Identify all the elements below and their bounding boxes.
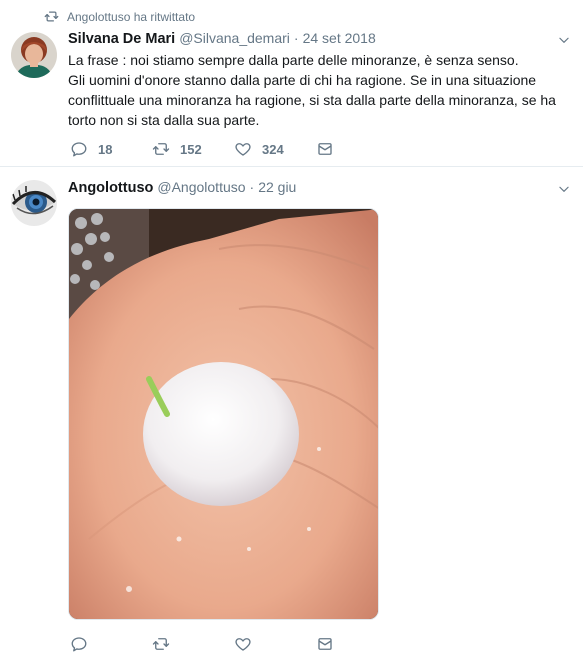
retweet-notice-text[interactable]: Angolottuso ha ritwittato bbox=[67, 10, 195, 24]
like-button[interactable]: 324 bbox=[234, 140, 316, 158]
retweet-icon bbox=[152, 143, 170, 155]
reply-count: 18 bbox=[98, 141, 113, 157]
chevron-down-icon[interactable] bbox=[557, 182, 571, 196]
tweet-text-line: La frase : noi stiamo sempre dalla parte… bbox=[68, 52, 519, 68]
tweet-header: Silvana De Mari @Silvana_demari · 24 set… bbox=[68, 30, 376, 47]
retweet-icon bbox=[152, 638, 170, 650]
tweet-header: Angolottuso @Angolottuso · 22 giu bbox=[68, 179, 296, 196]
reply-icon bbox=[71, 142, 87, 157]
reply-icon bbox=[71, 637, 87, 652]
avatar[interactable] bbox=[11, 32, 57, 78]
reply-button[interactable] bbox=[70, 635, 152, 653]
like-button[interactable] bbox=[234, 635, 316, 653]
author-handle[interactable]: @Silvana_demari bbox=[179, 30, 290, 46]
direct-message-button[interactable] bbox=[316, 635, 334, 653]
tweet-angolottuso[interactable]: Angolottuso @Angolottuso · 22 giu bbox=[0, 168, 583, 658]
tweet-text-line: Gli uomini d'onore stanno dalla parte di… bbox=[68, 72, 556, 128]
author-handle[interactable]: @Angolottuso bbox=[157, 179, 245, 195]
chevron-down-icon[interactable] bbox=[557, 33, 571, 47]
retweet-notice: Angolottuso ha ritwittato bbox=[44, 9, 195, 24]
tweet-actions bbox=[70, 635, 334, 653]
heart-icon bbox=[235, 143, 251, 156]
tweet-date[interactable]: 22 giu bbox=[258, 179, 296, 195]
direct-message-button[interactable] bbox=[316, 140, 334, 158]
reply-button[interactable]: 18 bbox=[70, 140, 152, 158]
separator: · bbox=[293, 30, 299, 46]
separator: · bbox=[249, 179, 255, 195]
like-count: 324 bbox=[262, 141, 284, 157]
avatar[interactable] bbox=[11, 180, 57, 226]
tweet-text: La frase : noi stiamo sempre dalla parte… bbox=[68, 50, 568, 130]
tweet-photo[interactable] bbox=[68, 208, 379, 620]
retweet-button[interactable] bbox=[152, 635, 234, 653]
retweet-count: 152 bbox=[180, 141, 202, 157]
retweet-icon bbox=[44, 11, 59, 22]
tweet-actions: 18 152 324 bbox=[70, 140, 334, 158]
tweet-date[interactable]: 24 set 2018 bbox=[303, 30, 376, 46]
author-name[interactable]: Angolottuso bbox=[68, 180, 153, 196]
envelope-icon bbox=[318, 638, 332, 650]
author-name[interactable]: Silvana De Mari bbox=[68, 31, 175, 47]
retweet-button[interactable]: 152 bbox=[152, 140, 234, 158]
tweet-silvana[interactable]: Angolottuso ha ritwittato Silvana De Mar… bbox=[0, 0, 583, 167]
heart-icon bbox=[235, 638, 251, 651]
envelope-icon bbox=[318, 143, 332, 155]
